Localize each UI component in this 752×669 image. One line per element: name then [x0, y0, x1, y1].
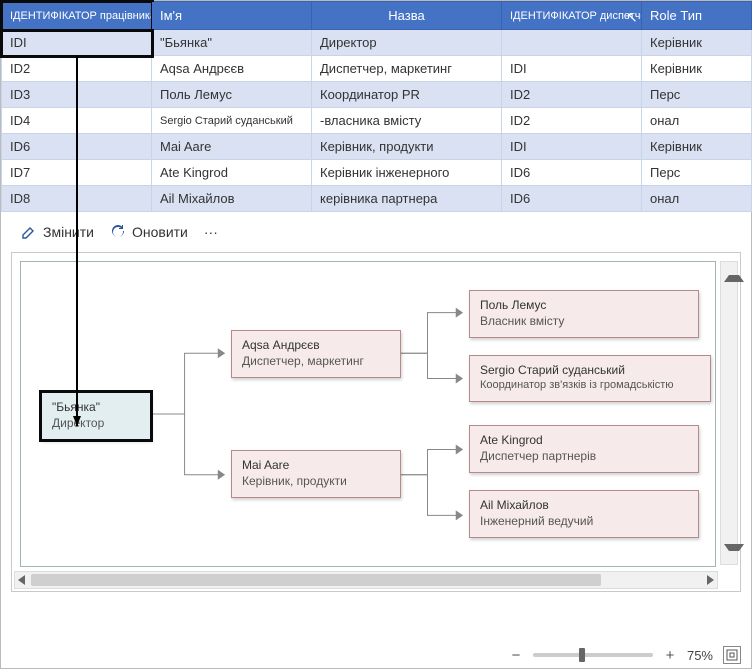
cell[interactable]: Керівник [642, 56, 752, 82]
cell[interactable]: "Бьянка" [152, 30, 312, 56]
table-row[interactable]: ID2 Aqsa Андрєєв Диспетчер, маркетинг ID… [2, 56, 752, 82]
cell[interactable]: IDI [502, 134, 642, 160]
ellipsis-icon: ··· [204, 224, 218, 240]
cell[interactable]: Керівник [642, 134, 752, 160]
diagram-viewport[interactable]: "Бьянка" Директор Aqsa Андрєєв Диспетчер… [11, 252, 741, 592]
cell[interactable]: ID2 [502, 82, 642, 108]
cell[interactable]: IDI [2, 30, 152, 56]
org-node-pol[interactable]: Поль Лемус Власник вмісту [469, 290, 699, 338]
org-node-sergio[interactable]: Sergio Старий суданський Координатор зв'… [469, 355, 711, 402]
cell[interactable]: ID6 [502, 186, 642, 212]
cell[interactable]: керівника партнера [312, 186, 502, 212]
cell[interactable]: онал [642, 108, 752, 134]
node-name: Ail Міхайлов [480, 497, 688, 513]
node-title: Директор [52, 415, 140, 431]
refresh-icon [110, 224, 126, 240]
cell[interactable]: Ate Kingrod [152, 160, 312, 186]
node-title: Власник вмісту [480, 313, 688, 329]
cell[interactable]: Диспетчер, маркетинг [312, 56, 502, 82]
cell[interactable]: ID2 [2, 56, 152, 82]
node-title: Диспетчер партнерів [480, 448, 688, 464]
col-name[interactable]: Ім'я [152, 2, 312, 30]
cell[interactable] [502, 30, 642, 56]
col-title[interactable]: Назва [312, 2, 502, 30]
cell[interactable]: Перс [642, 160, 752, 186]
cell[interactable]: ID6 [2, 134, 152, 160]
col-employee-id[interactable]: ІДЕНТИФІКАТОР працівника [2, 2, 152, 30]
zoom-slider[interactable] [533, 653, 653, 657]
cell[interactable]: ID6 [502, 160, 642, 186]
cell[interactable]: Керівник інженерного [312, 160, 502, 186]
edit-button[interactable]: Змінити [15, 222, 100, 242]
cell[interactable]: -власника вмісту [312, 108, 502, 134]
org-node-root[interactable]: "Бьянка" Директор [41, 392, 151, 440]
zoom-in-button[interactable]: + [663, 647, 677, 664]
scroll-thumb[interactable] [31, 574, 601, 586]
edit-label: Змінити [43, 224, 94, 240]
table-header-row: ІДЕНТИФІКАТОР працівника Ім'я Назва ІДЕН… [2, 2, 752, 30]
node-name: Mai Aare [242, 457, 390, 473]
refresh-button[interactable]: Оновити [104, 222, 194, 242]
cell[interactable]: Mai Aare [152, 134, 312, 160]
cell[interactable]: Координатор PR [312, 82, 502, 108]
table-row[interactable]: ID8 Ail Міхайлов керівника партнера ID6 … [2, 186, 752, 212]
cell[interactable]: Керівник [642, 30, 752, 56]
col-role-type[interactable]: Role Тип [642, 2, 752, 30]
node-name: "Бьянка" [52, 399, 140, 415]
org-node-ate[interactable]: Ate Kingrod Диспетчер партнерів [469, 425, 699, 473]
node-name: Sergio Старий суданський [480, 362, 700, 378]
cell[interactable]: Aqsa Андрєєв [152, 56, 312, 82]
zoom-bar: − + 75% [509, 646, 741, 664]
zoom-slider-handle[interactable] [579, 648, 585, 662]
node-title: Диспетчер, маркетинг [242, 353, 390, 369]
cell[interactable]: ID8 [2, 186, 152, 212]
cell[interactable]: Поль Лемус [152, 82, 312, 108]
pencil-icon [21, 224, 37, 240]
employee-table[interactable]: ІДЕНТИФІКАТОР працівника Ім'я Назва ІДЕН… [1, 1, 752, 212]
org-node-ail[interactable]: Ail Міхайлов Інженерний ведучий [469, 490, 699, 538]
horizontal-scrollbar[interactable] [14, 571, 718, 589]
table-row[interactable]: ID6 Mai Aare Керівник, продукти IDI Кері… [2, 134, 752, 160]
node-title: Координатор зв'язків із громадськістю [480, 378, 700, 393]
fit-to-window-button[interactable] [723, 646, 741, 664]
cell[interactable]: ID2 [502, 108, 642, 134]
cell[interactable]: Ail Міхайлов [152, 186, 312, 212]
more-button[interactable]: ··· [198, 222, 224, 242]
vertical-scrollbar[interactable] [720, 261, 738, 565]
cell[interactable]: IDI [502, 56, 642, 82]
node-name: Поль Лемус [480, 297, 688, 313]
col-manager-id[interactable]: ІДЕНТИФІКАТОР диспетчера [502, 2, 642, 30]
node-title: Інженерний ведучий [480, 513, 688, 529]
cell[interactable]: Sergio Старий суданський [152, 108, 312, 134]
zoom-out-button[interactable]: − [509, 647, 523, 664]
node-title: Керівник, продукти [242, 473, 390, 489]
refresh-label: Оновити [132, 224, 188, 240]
table-row[interactable]: ID4 Sergio Старий суданський -власника в… [2, 108, 752, 134]
diagram-toolbar: Змінити Оновити ··· [1, 212, 751, 250]
diagram-canvas[interactable]: "Бьянка" Директор Aqsa Андрєєв Диспетчер… [20, 261, 716, 567]
cell[interactable]: ID7 [2, 160, 152, 186]
node-name: Aqsa Андрєєв [242, 337, 390, 353]
cell[interactable]: Керівник, продукти [312, 134, 502, 160]
table-row[interactable]: IDI "Бьянка" Директор Керівник [2, 30, 752, 56]
cell[interactable]: ID4 [2, 108, 152, 134]
table-row[interactable]: ID3 Поль Лемус Координатор PR ID2 Перс [2, 82, 752, 108]
cell[interactable]: онал [642, 186, 752, 212]
fit-icon [726, 649, 738, 661]
node-name: Ate Kingrod [480, 432, 688, 448]
cell[interactable]: ID3 [2, 82, 152, 108]
table-row[interactable]: ID7 Ate Kingrod Керівник інженерного ID6… [2, 160, 752, 186]
zoom-percent: 75% [687, 648, 713, 663]
org-node-aqsa[interactable]: Aqsa Андрєєв Диспетчер, маркетинг [231, 330, 401, 378]
org-node-mai[interactable]: Mai Aare Керівник, продукти [231, 450, 401, 498]
cell[interactable]: Перс [642, 82, 752, 108]
cell[interactable]: Директор [312, 30, 502, 56]
